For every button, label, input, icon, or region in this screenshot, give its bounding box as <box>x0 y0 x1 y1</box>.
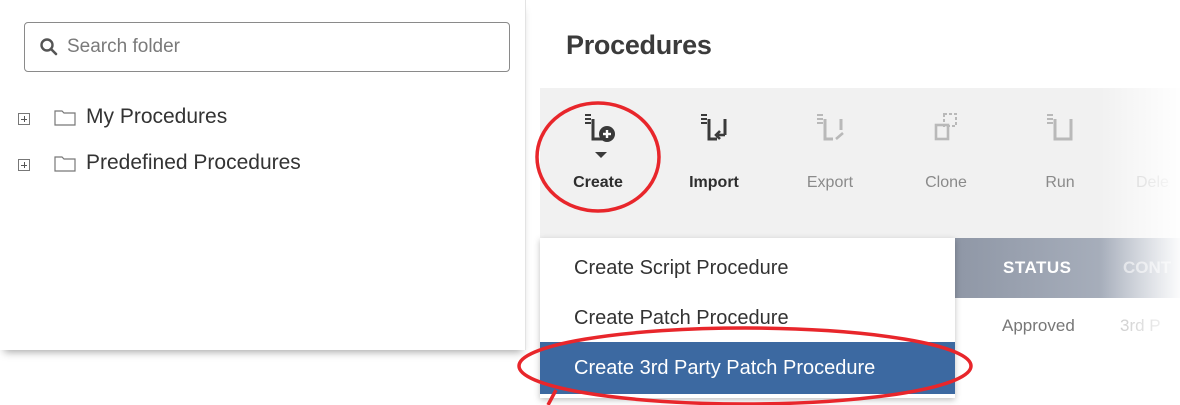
create-procedure-icon <box>585 114 615 142</box>
create-button[interactable]: Create <box>558 108 638 208</box>
tree-item-label: Predefined Procedures <box>86 151 301 174</box>
create-button-label: Create <box>573 174 623 191</box>
run-procedure-icon <box>1047 114 1073 141</box>
delete-button-label: Dele <box>1136 174 1169 191</box>
folder-icon <box>54 156 76 172</box>
expand-icon[interactable] <box>18 113 30 125</box>
table-header: STATUS CONT <box>955 238 1180 298</box>
row-cont-cell: 3rd P <box>1120 316 1161 335</box>
import-button[interactable]: Import <box>674 108 754 208</box>
dropdown-caret-icon <box>595 152 607 158</box>
run-button-label: Run <box>1045 174 1075 191</box>
clone-procedure-icon <box>934 113 957 141</box>
search-placeholder: Search folder <box>67 36 181 57</box>
menu-item-create-patch-procedure[interactable]: Create Patch Procedure <box>540 292 955 344</box>
folder-icon <box>54 110 76 126</box>
export-procedure-icon <box>817 114 844 141</box>
column-header-status[interactable]: STATUS <box>1003 258 1071 278</box>
clone-button-label: Clone <box>925 174 967 191</box>
import-button-label: Import <box>689 174 739 191</box>
run-button[interactable]: Run <box>1020 108 1100 208</box>
column-header-cont[interactable]: CONT <box>1123 258 1171 278</box>
menu-item-create-script-procedure[interactable]: Create Script Procedure <box>540 242 955 294</box>
export-button[interactable]: Export <box>790 108 870 208</box>
procedures-panel: Procedures Create Import Export Clone Ru… <box>540 0 1180 405</box>
menu-item-create-3rd-party-patch-procedure[interactable]: Create 3rd Party Patch Procedure <box>540 342 955 394</box>
create-dropdown-menu: Create Script Procedure Create Patch Pro… <box>540 238 955 398</box>
toolbar: Create Import Export Clone Run Dele <box>540 88 1180 238</box>
search-folder-input[interactable]: Search folder <box>24 22 510 72</box>
folder-panel: Search folder My Procedures Predefined P… <box>0 0 526 350</box>
search-icon <box>40 38 58 56</box>
page-header: Procedures <box>540 0 1180 88</box>
row-status-cell: Approved <box>1002 316 1075 335</box>
page-title: Procedures <box>566 30 712 60</box>
expand-icon[interactable] <box>18 159 30 171</box>
delete-button[interactable]: Dele <box>1118 108 1180 208</box>
import-procedure-icon <box>701 114 727 141</box>
export-button-label: Export <box>806 174 854 191</box>
clone-button[interactable]: Clone <box>906 108 986 208</box>
tree-item-label: My Procedures <box>86 105 228 128</box>
